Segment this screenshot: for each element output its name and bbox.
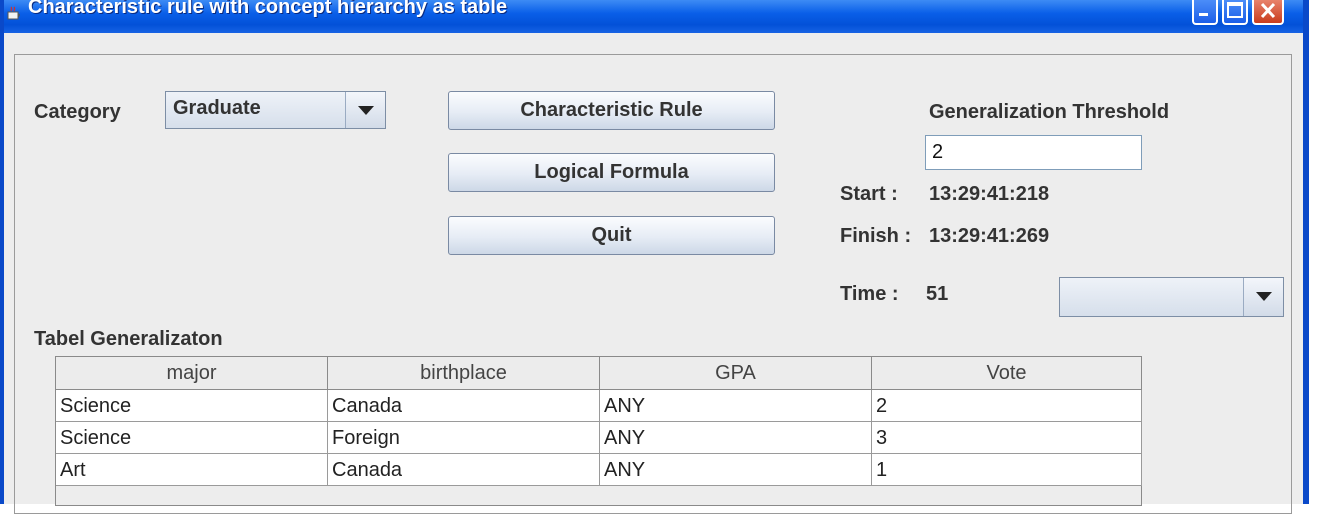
table-cell[interactable]: Art — [56, 454, 328, 486]
category-dropdown-button[interactable] — [345, 92, 385, 128]
minimize-icon — [1199, 13, 1208, 16]
table-title: Tabel Generalizaton — [34, 328, 223, 350]
characteristic-rule-button[interactable]: Characteristic Rule — [448, 91, 775, 130]
start-time-value: 13:29:41:218 — [929, 183, 1050, 205]
chevron-down-icon — [1256, 292, 1272, 301]
table-cell[interactable]: 2 — [872, 390, 1142, 422]
window-client-area: Category Graduate Characteristic Rule Lo… — [4, 33, 1303, 514]
category-select-value: Graduate — [173, 97, 261, 119]
table-cell[interactable]: ANY — [600, 454, 872, 486]
table-cell[interactable]: ANY — [600, 422, 872, 454]
table-cell[interactable]: Science — [56, 390, 328, 422]
window-title: Characteristic rule with concept hierarc… — [28, 0, 508, 18]
table-cell[interactable]: Science — [56, 422, 328, 454]
logical-formula-button[interactable]: Logical Formula — [448, 153, 775, 192]
elapsed-time-value: 51 — [926, 283, 949, 305]
column-header-major[interactable]: major — [56, 357, 328, 390]
minimize-button[interactable] — [1192, 0, 1218, 25]
generalization-table[interactable]: major birthplace GPA Vote Science Canada… — [55, 356, 1142, 506]
java-app-icon[interactable] — [6, 6, 22, 22]
time-select[interactable] — [1059, 277, 1284, 317]
category-select[interactable]: Graduate — [165, 91, 386, 129]
table-cell[interactable]: 1 — [872, 454, 1142, 486]
column-header-vote[interactable]: Vote — [872, 357, 1142, 390]
close-icon — [1260, 2, 1276, 19]
elapsed-time-label: Time : — [840, 283, 899, 305]
chevron-down-icon — [358, 106, 374, 115]
table-cell[interactable]: Canada — [328, 454, 600, 486]
start-time-label: Start : — [840, 183, 898, 205]
close-button[interactable] — [1252, 0, 1284, 25]
finish-time-label: Finish : — [840, 225, 912, 247]
category-label: Category — [34, 101, 121, 123]
quit-button[interactable]: Quit — [448, 216, 775, 255]
column-header-birthplace[interactable]: birthplace — [328, 357, 600, 390]
column-header-gpa[interactable]: GPA — [600, 357, 872, 390]
table-cell[interactable]: Foreign — [328, 422, 600, 454]
table-cell[interactable]: Canada — [328, 390, 600, 422]
finish-time-value: 13:29:41:269 — [929, 225, 1050, 247]
title-bar[interactable]: Characteristic rule with concept hierarc… — [0, 0, 1309, 33]
threshold-label: Generalization Threshold — [929, 101, 1170, 123]
maximize-button[interactable] — [1222, 0, 1248, 25]
window-border-right — [1303, 33, 1309, 504]
threshold-input[interactable]: 2 — [925, 135, 1142, 170]
table-cell[interactable]: 3 — [872, 422, 1142, 454]
maximize-icon — [1227, 2, 1243, 18]
time-dropdown-button[interactable] — [1243, 278, 1283, 316]
table-cell[interactable]: ANY — [600, 390, 872, 422]
